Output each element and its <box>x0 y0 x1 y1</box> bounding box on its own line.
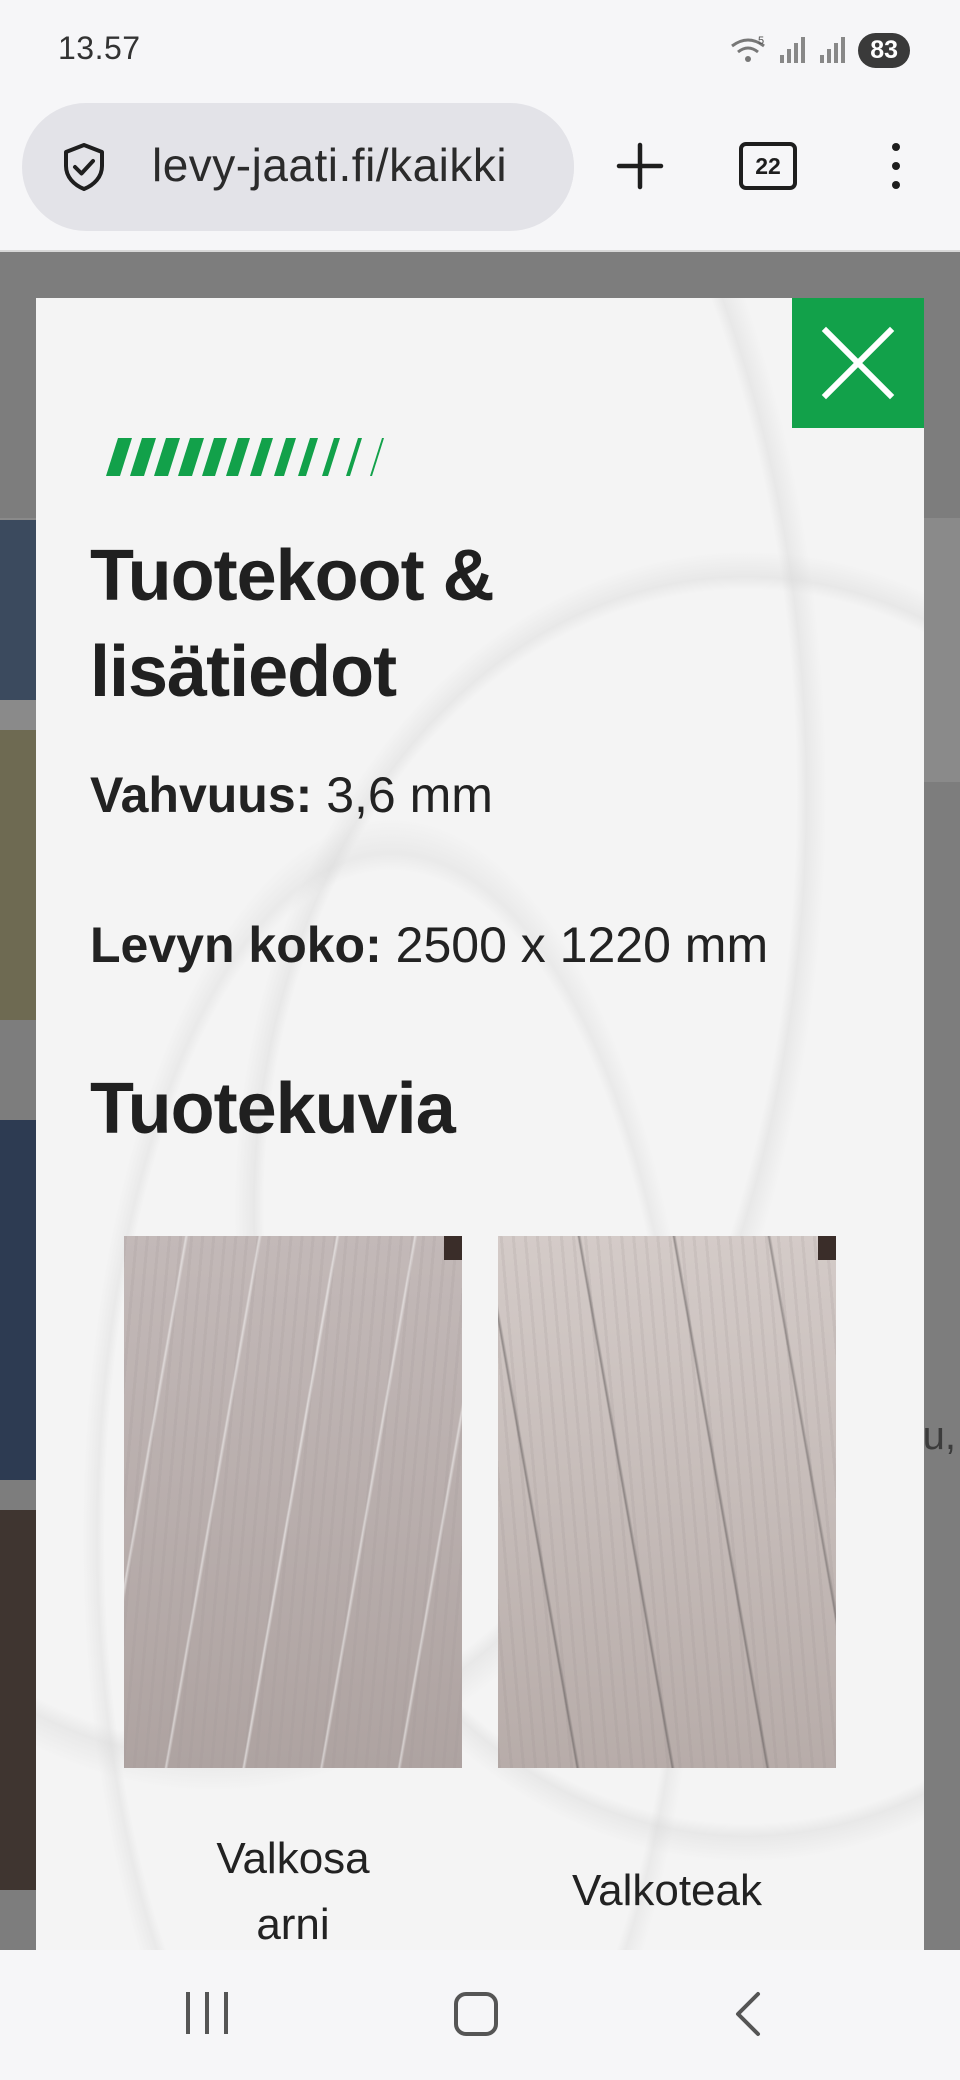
spec-size: Levyn koko: 2500 x 1220 mm <box>90 916 768 974</box>
status-bar: 13.57 5 83 <box>0 0 960 100</box>
back-icon[interactable] <box>728 1990 768 2038</box>
browser-toolbar: levy-jaati.fi/kaikki 22 <box>0 100 960 252</box>
home-icon[interactable] <box>454 1992 498 2036</box>
spec-thickness: Vahvuus: 3,6 mm <box>90 766 493 824</box>
address-bar[interactable]: levy-jaati.fi/kaikki <box>22 103 574 231</box>
image-caption-1: Valkosaarni <box>216 1834 370 1949</box>
shield-check-icon[interactable] <box>58 141 110 193</box>
signal-icon <box>780 37 806 63</box>
stripes-decoration <box>106 438 384 476</box>
product-info-modal: Tuotekoot & lisätiedot Vahvuus: 3,6 mm L… <box>36 298 924 1950</box>
battery-indicator: 83 <box>858 32 910 68</box>
url-fade <box>504 103 574 231</box>
close-button[interactable] <box>792 298 924 428</box>
signal-icon-2 <box>820 37 846 63</box>
new-tab-button[interactable] <box>600 118 680 214</box>
system-nav-bar <box>0 1950 960 2080</box>
more-vertical-icon[interactable] <box>866 118 926 214</box>
backdrop-image-strip-2 <box>0 730 36 1020</box>
close-icon <box>821 326 895 400</box>
spec-size-value: 2500 x 1220 mm <box>395 917 769 973</box>
product-image-valkoteak[interactable] <box>498 1236 836 1768</box>
image-caption-2: Valkoteak <box>572 1866 762 1915</box>
tab-count: 22 <box>739 142 797 190</box>
spec-size-label: Levyn koko: <box>90 917 382 973</box>
url-text[interactable]: levy-jaati.fi/kaikki <box>152 138 507 192</box>
status-icons: 5 83 <box>728 30 910 70</box>
modal-title: Tuotekoot & lisätiedot <box>90 536 495 712</box>
backdrop-image-strip-3 <box>0 1120 36 1480</box>
status-time: 13.57 <box>58 30 141 66</box>
images-section-title: Tuotekuvia <box>90 1069 456 1149</box>
plus-icon <box>616 142 664 190</box>
image-corner <box>444 1236 462 1260</box>
spec-thickness-label: Vahvuus: <box>90 767 313 823</box>
backdrop-image-strip-1 <box>0 520 36 700</box>
backdrop-image-strip-4 <box>0 1510 36 1890</box>
wifi-icon: 5 <box>731 35 766 62</box>
recent-apps-icon[interactable] <box>186 1992 228 2034</box>
image-corner <box>818 1236 836 1260</box>
spec-thickness-value: 3,6 mm <box>326 767 493 823</box>
tab-switcher-button[interactable]: 22 <box>728 118 808 214</box>
product-image-valkosaarni[interactable] <box>124 1236 462 1768</box>
svg-text:5: 5 <box>758 35 764 47</box>
backdrop-text: u, <box>922 1414 956 1458</box>
